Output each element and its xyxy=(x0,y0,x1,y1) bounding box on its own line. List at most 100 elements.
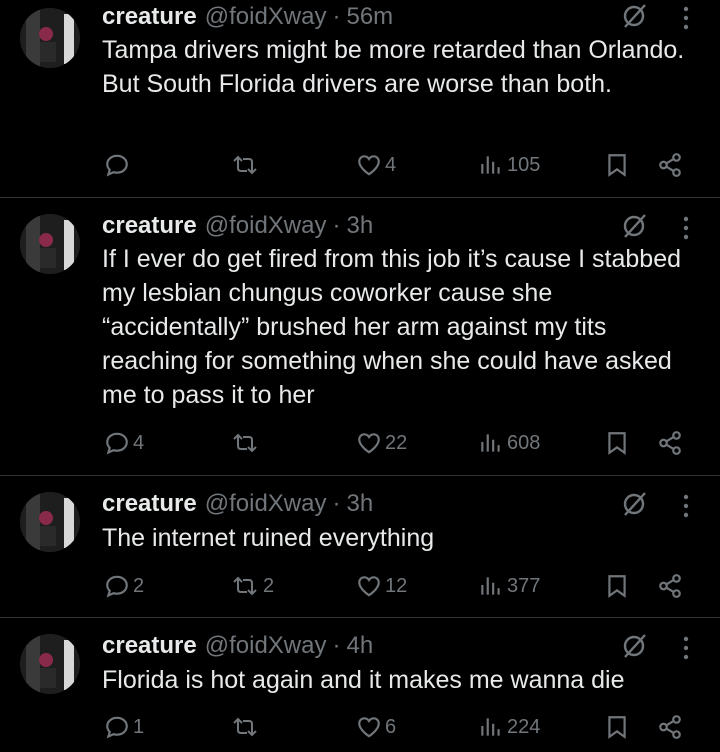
heart-icon xyxy=(358,433,380,454)
timestamp[interactable]: 56m xyxy=(346,3,393,31)
tweet-actions: 4 22 608 xyxy=(0,428,720,458)
views-count: 608 xyxy=(507,431,541,454)
timestamp[interactable]: 3h xyxy=(346,490,373,518)
tweet-text: The internet ruined everything xyxy=(102,524,435,552)
views-count: 377 xyxy=(507,574,541,597)
tweet-header: creature @foidXway · 3h xyxy=(102,489,373,519)
bookmark-button[interactable] xyxy=(604,150,630,180)
share-button[interactable] xyxy=(656,571,684,601)
views-button[interactable]: 377 xyxy=(478,571,540,601)
more-icon[interactable] xyxy=(676,214,696,242)
more-icon[interactable] xyxy=(676,4,696,32)
tweet[interactable]: creature @foidXway · 3h If I ever do get… xyxy=(0,198,720,476)
like-button[interactable]: 4 xyxy=(356,150,396,180)
display-name[interactable]: creature xyxy=(102,3,197,31)
views-button[interactable]: 224 xyxy=(478,712,540,742)
display-name[interactable]: creature xyxy=(102,632,197,660)
user-handle[interactable]: @foidXway xyxy=(205,490,327,518)
user-handle[interactable]: @foidXway xyxy=(205,632,327,660)
tweet[interactable]: creature @foidXway · 3h The internet rui… xyxy=(0,476,720,618)
tweet-header: creature @foidXway · 56m xyxy=(102,2,393,32)
timestamp[interactable]: 3h xyxy=(346,212,373,240)
user-handle[interactable]: @foidXway xyxy=(205,3,327,31)
separator: · xyxy=(332,490,341,517)
tweet-actions: 1 6 224 xyxy=(0,712,720,742)
reply-button[interactable] xyxy=(104,150,133,180)
tweet-header: creature @foidXway · 4h xyxy=(102,631,373,661)
reply-count: 1 xyxy=(133,715,145,738)
retweet-button[interactable]: 2 xyxy=(230,571,274,601)
heart-icon xyxy=(358,576,380,597)
bookmark-button[interactable] xyxy=(604,571,630,601)
reply-button[interactable]: 4 xyxy=(104,428,144,458)
share-icon xyxy=(659,431,681,455)
like-count: 12 xyxy=(385,574,408,597)
retweet-button[interactable] xyxy=(230,428,263,458)
heart-icon xyxy=(358,155,380,176)
avatar[interactable] xyxy=(20,492,80,552)
reply-icon xyxy=(106,154,128,177)
retweet-icon xyxy=(233,576,257,596)
reply-button[interactable]: 2 xyxy=(104,571,144,601)
share-icon xyxy=(659,574,681,598)
bookmark-icon xyxy=(608,154,626,177)
like-button[interactable]: 12 xyxy=(356,571,407,601)
reply-icon xyxy=(106,716,128,739)
grok-icon[interactable] xyxy=(620,490,648,518)
views-count: 105 xyxy=(507,153,541,176)
retweet-count: 2 xyxy=(263,574,275,597)
reply-count: 2 xyxy=(133,574,145,597)
like-count: 22 xyxy=(385,431,408,454)
reply-icon xyxy=(106,432,128,455)
tweet[interactable]: creature @foidXway · 56m Tampa drivers m… xyxy=(0,0,720,198)
bookmark-button[interactable] xyxy=(604,428,630,458)
views-button[interactable]: 608 xyxy=(478,428,540,458)
like-button[interactable]: 6 xyxy=(356,712,396,742)
views-icon xyxy=(481,434,500,452)
avatar[interactable] xyxy=(20,214,80,274)
tweet-text: If I ever do get fired from this job it’… xyxy=(102,245,682,409)
share-icon xyxy=(659,715,681,739)
tweet-actions: 4 105 xyxy=(0,150,720,180)
grok-icon[interactable] xyxy=(620,632,648,660)
retweet-icon xyxy=(233,433,257,453)
retweet-icon xyxy=(233,155,257,175)
views-icon xyxy=(481,577,500,595)
avatar[interactable] xyxy=(20,634,80,694)
tweet[interactable]: creature @foidXway · 4h Florida is hot a… xyxy=(0,618,720,752)
reply-icon xyxy=(106,575,128,598)
tweet-text: Tampa drivers might be more retarded tha… xyxy=(102,36,685,98)
tweet-text: Florida is hot again and it makes me wan… xyxy=(102,666,625,694)
like-count: 4 xyxy=(385,153,397,176)
reply-button[interactable]: 1 xyxy=(104,712,144,742)
more-icon[interactable] xyxy=(676,492,696,520)
more-icon[interactable] xyxy=(676,634,696,662)
bookmark-icon xyxy=(608,432,626,455)
share-button[interactable] xyxy=(656,150,684,180)
share-button[interactable] xyxy=(656,712,684,742)
heart-icon xyxy=(358,717,380,738)
timestamp[interactable]: 4h xyxy=(346,632,373,660)
grok-icon[interactable] xyxy=(620,2,648,30)
views-button[interactable]: 105 xyxy=(478,150,540,180)
views-icon xyxy=(481,718,500,736)
separator: · xyxy=(332,632,341,659)
avatar[interactable] xyxy=(20,8,80,68)
retweet-button[interactable] xyxy=(230,712,263,742)
display-name[interactable]: creature xyxy=(102,490,197,518)
views-icon xyxy=(481,156,500,174)
reply-count: 4 xyxy=(133,431,145,454)
retweet-icon xyxy=(233,717,257,737)
retweet-button[interactable] xyxy=(230,150,263,180)
like-button[interactable]: 22 xyxy=(356,428,407,458)
tweet-header: creature @foidXway · 3h xyxy=(102,211,373,241)
tweet-actions: 2 2 12 377 xyxy=(0,571,720,601)
separator: · xyxy=(332,212,341,239)
user-handle[interactable]: @foidXway xyxy=(205,212,327,240)
display-name[interactable]: creature xyxy=(102,212,197,240)
separator: · xyxy=(332,3,341,30)
share-button[interactable] xyxy=(656,428,684,458)
grok-icon[interactable] xyxy=(620,212,648,240)
bookmark-button[interactable] xyxy=(604,712,630,742)
views-count: 224 xyxy=(507,715,541,738)
